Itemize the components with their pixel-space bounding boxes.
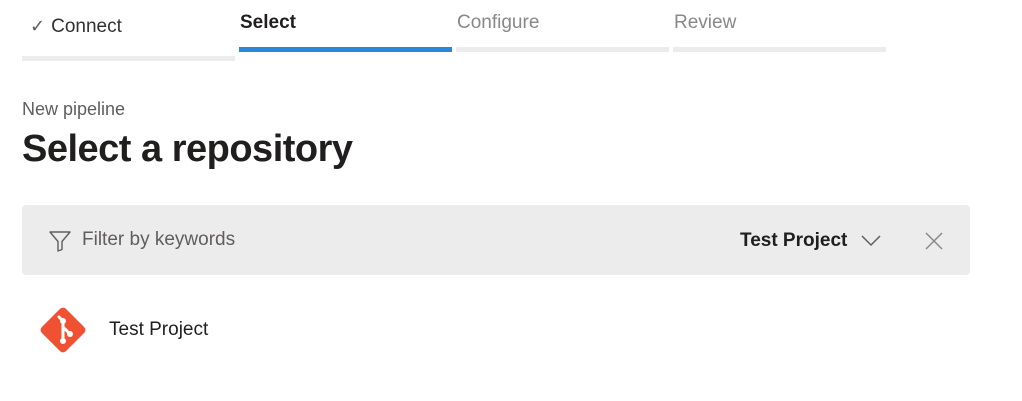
check-icon: ✓ <box>30 16 46 36</box>
step-review-indicator <box>673 47 886 52</box>
git-repo-icon <box>40 307 86 353</box>
step-select-indicator <box>239 47 452 52</box>
clear-filter-button[interactable] <box>920 227 948 255</box>
step-configure-label: Configure <box>457 12 540 33</box>
step-connect-text: Connect <box>51 16 122 37</box>
step-select[interactable]: Select <box>239 0 452 62</box>
step-connect-label: ✓ Connect <box>30 16 122 38</box>
wizard-steps: ✓ Connect Select Configure Review <box>22 0 888 62</box>
filter-keywords-input[interactable] <box>82 225 482 255</box>
project-dropdown-label: Test Project <box>740 230 848 251</box>
step-review-label: Review <box>674 12 737 33</box>
close-icon <box>925 232 943 250</box>
project-dropdown[interactable]: Test Project <box>740 225 881 257</box>
page-subtitle: New pipeline <box>22 99 126 119</box>
step-configure[interactable]: Configure <box>456 0 669 62</box>
repository-item[interactable]: Test Project <box>30 300 430 360</box>
step-select-label: Select <box>240 12 296 33</box>
step-configure-indicator <box>456 47 669 52</box>
step-connect-indicator <box>22 56 235 61</box>
step-connect[interactable]: ✓ Connect <box>22 0 235 62</box>
filter-icon <box>49 231 71 252</box>
chevron-down-icon <box>861 235 881 247</box>
step-review[interactable]: Review <box>673 0 886 62</box>
repository-name: Test Project <box>109 319 209 340</box>
filter-bar: Test Project <box>22 205 970 275</box>
page-title: Select a repository <box>22 128 353 170</box>
